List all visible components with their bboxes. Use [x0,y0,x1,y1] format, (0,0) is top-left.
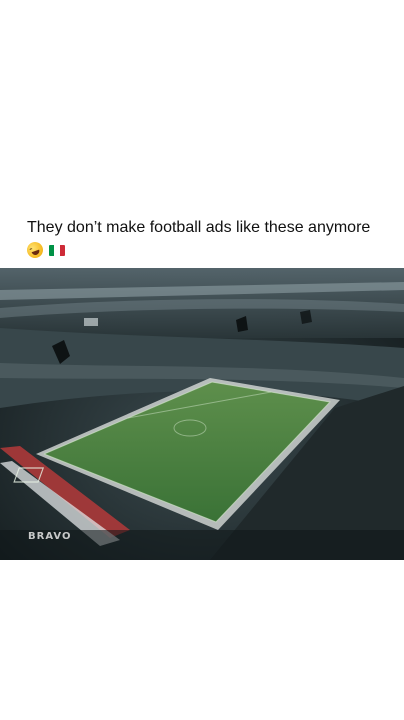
stadium-video-frame [0,268,404,560]
caption-text: They don’t make football ads like these … [27,219,371,236]
post-caption: They don’t make football ads like these … [24,217,387,261]
broadcaster-watermark: BRAVO [28,531,72,542]
video-player[interactable]: BRAVO [0,268,404,560]
caption-emojis [24,239,387,261]
rolling-laughing-emoji-icon [24,239,46,261]
italy-flag-icon [49,244,65,256]
post-screen: They don’t make football ads like these … [0,0,404,720]
